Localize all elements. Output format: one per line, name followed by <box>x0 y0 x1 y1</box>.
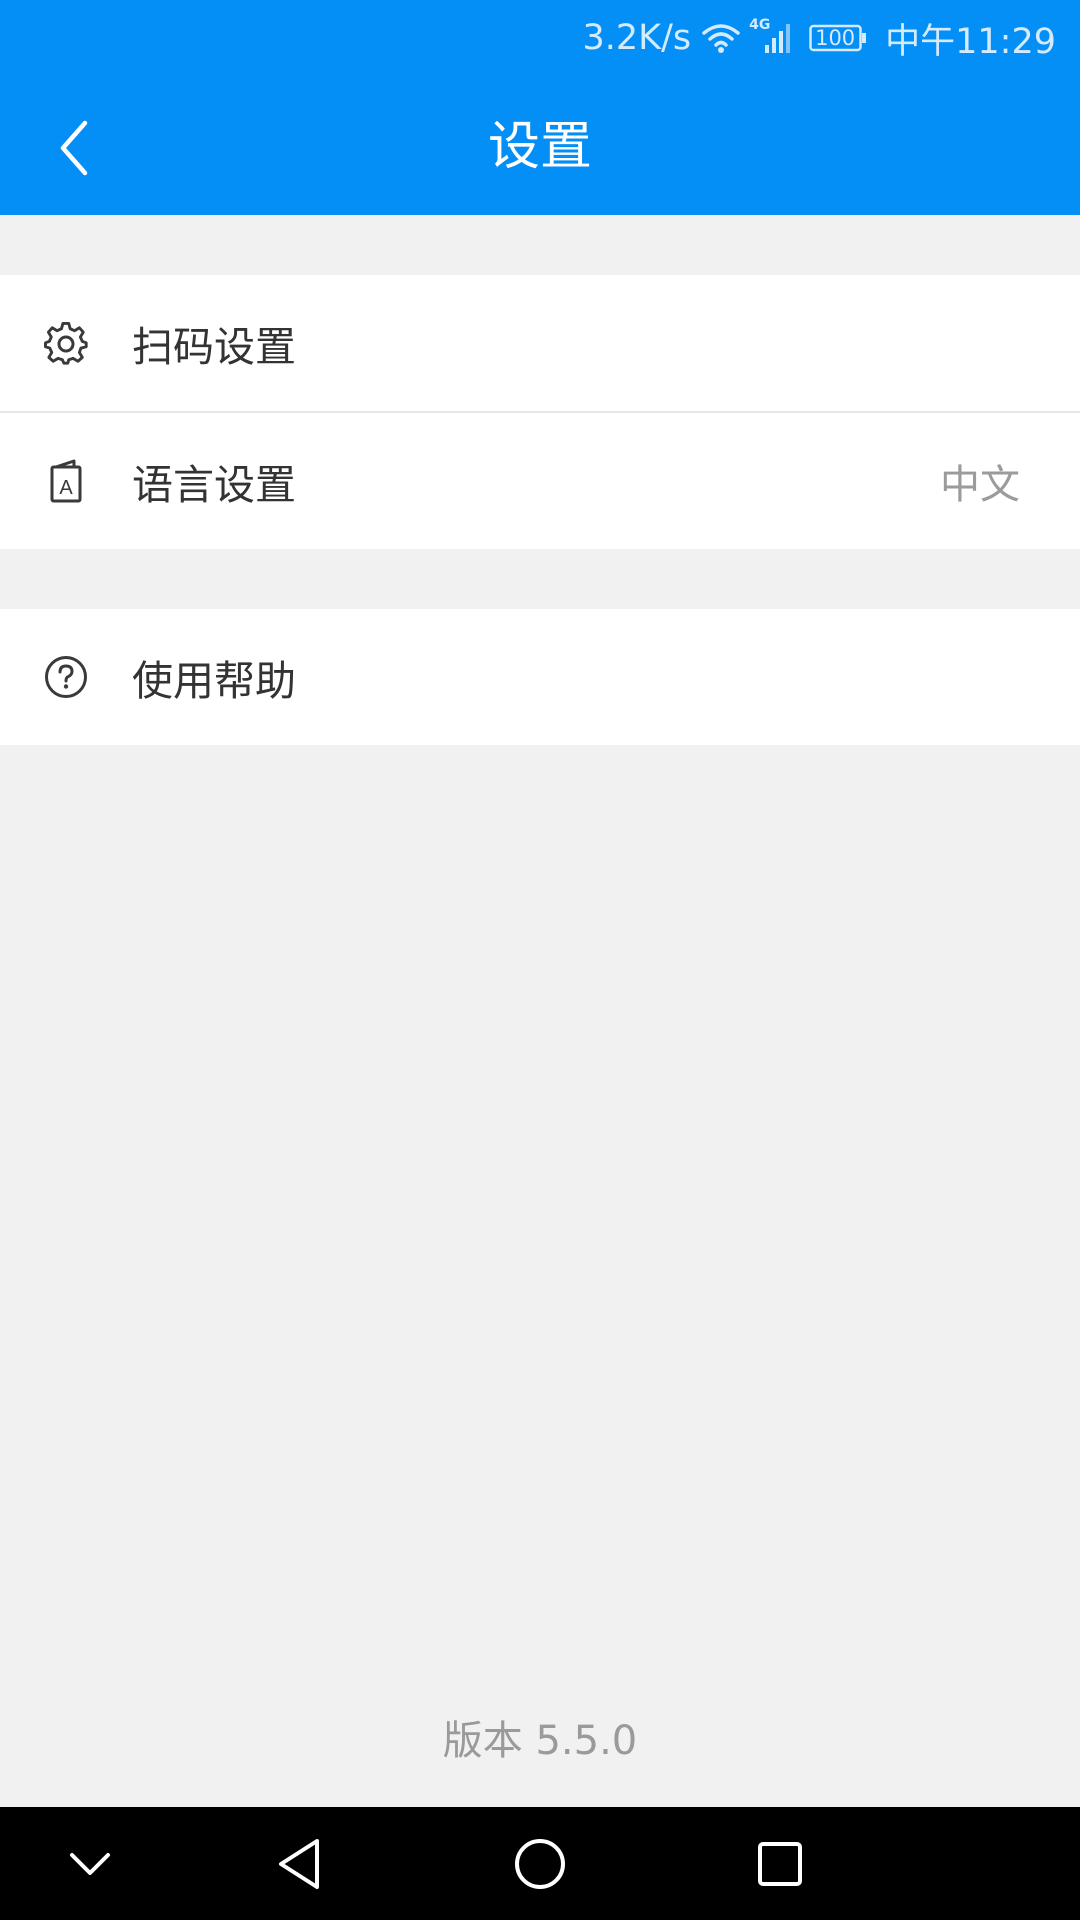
language-settings-label: 语言设置 <box>132 461 296 509</box>
nav-home-button[interactable] <box>485 1807 595 1920</box>
language-settings-row[interactable]: A 语言设置 中文 <box>0 411 1080 549</box>
settings-group-main: 扫码设置 A 语言设置 中文 <box>0 275 1080 549</box>
help-circle-icon <box>44 655 88 699</box>
recents-square-icon <box>758 1841 802 1886</box>
svg-text:A: A <box>59 477 73 499</box>
back-triangle-icon <box>279 1838 319 1889</box>
network-speed: 3.2K/s <box>582 18 692 58</box>
scan-settings-label: 扫码设置 <box>132 323 296 371</box>
help-row[interactable]: 使用帮助 <box>0 609 1080 745</box>
page-title: 设置 <box>487 117 592 177</box>
clock: 中午11:29 <box>885 21 1056 62</box>
language-value: 中文 <box>940 462 1020 508</box>
hide-nav-button[interactable] <box>35 1807 145 1920</box>
version-label: 版本 5.5.0 <box>442 1718 638 1764</box>
gear-icon <box>44 321 88 365</box>
help-label: 使用帮助 <box>132 657 296 705</box>
home-circle-icon <box>515 1838 565 1889</box>
nav-recents-button[interactable] <box>725 1807 835 1920</box>
wifi-icon <box>701 21 741 55</box>
battery-level: 100 <box>815 26 856 50</box>
scan-settings-row[interactable]: 扫码设置 <box>0 275 1080 411</box>
nav-back-button[interactable] <box>245 1807 355 1920</box>
language-icon: A <box>44 459 88 503</box>
settings-group-help: 使用帮助 <box>0 609 1080 745</box>
app-header: 3.2K/s 4G 100 中午11:29 设置 <box>0 0 1080 215</box>
signal-icon: 4G <box>749 17 791 55</box>
title-bar: 设置 <box>0 90 1080 205</box>
system-nav-bar <box>0 1807 1080 1920</box>
chevron-down-icon <box>70 1852 110 1875</box>
status-bar: 3.2K/s 4G 100 中午11:29 <box>582 14 1056 62</box>
network-type: 4G <box>749 17 771 33</box>
battery-icon: 100 <box>809 23 867 53</box>
